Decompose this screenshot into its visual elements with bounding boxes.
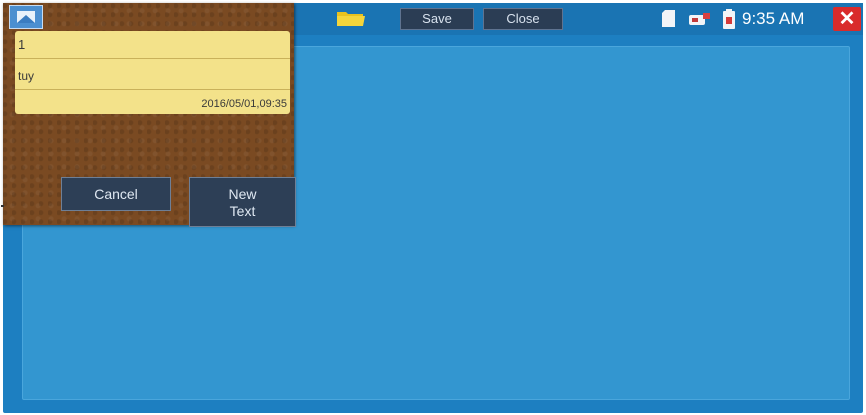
memo-timestamp: 2016/05/01,09:35	[201, 98, 287, 110]
battery-icon	[723, 9, 735, 29]
close-x-icon[interactable]: ✕	[833, 7, 861, 31]
memo-dialog: 1 tuy 2016/05/01,09:35 Cancel New Text	[3, 3, 296, 227]
status-clock: 9:35 AM	[742, 9, 805, 28]
new-text-button[interactable]: New Text	[189, 177, 296, 227]
close-button[interactable]: Close	[483, 8, 563, 30]
new-text-label-line1: New	[228, 186, 257, 202]
edge-marker	[1, 205, 4, 207]
memo-line-2[interactable]: tuy	[15, 62, 290, 90]
save-button[interactable]: Save	[400, 8, 474, 30]
memo-line-1[interactable]: 1	[15, 31, 290, 59]
dialog-header-icon[interactable]	[9, 5, 43, 29]
memo-note[interactable]: 1 tuy 2016/05/01,09:35	[15, 31, 290, 114]
new-text-label-line2: Text	[229, 203, 256, 219]
folder-icon[interactable]	[336, 9, 366, 27]
sd-card-icon	[662, 10, 675, 27]
cancel-button[interactable]: Cancel	[61, 177, 171, 211]
usb-icon	[689, 13, 710, 25]
